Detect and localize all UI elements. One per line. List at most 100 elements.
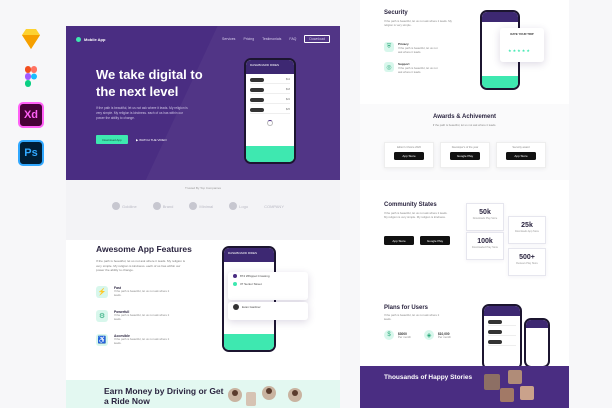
app-store-badge[interactable]: App Store [506, 152, 536, 160]
plans-title: Plans for Users [384, 305, 429, 311]
ride-row: $25 [250, 106, 290, 114]
plan-label: Per month [398, 335, 411, 339]
phone-header [482, 12, 518, 22]
partner-logo: Goldline [112, 202, 137, 210]
feature-item: ⚙ Powerfull If the path is beautiful, le… [96, 310, 174, 322]
phone-footer [246, 146, 294, 162]
car-icon [488, 339, 502, 344]
tool-icons: Xd Ps [18, 26, 46, 178]
avatar [246, 392, 256, 406]
nav-item-testimonials[interactable]: Testimonials [262, 37, 281, 41]
google-play-badge[interactable]: Google Play [450, 152, 480, 160]
avatar [228, 388, 242, 402]
hero-title: We take digital to the next level [96, 67, 203, 99]
car-icon [250, 77, 264, 82]
stat-value: 50k [479, 209, 491, 216]
app-store-badge[interactable]: App Store [394, 152, 424, 160]
landing-page-left: Mobile App Services Pricing Testimonials… [66, 26, 340, 408]
stat-label: Downloads Play Store [472, 217, 498, 220]
support-desc: If the path is beautiful, let us not ask… [398, 66, 438, 74]
logo-icon [76, 36, 81, 42]
feature-desc: If the path is beautiful, let us not ask… [114, 337, 170, 345]
ride-row [488, 338, 516, 346]
stat-card: 100k Downloaded Play Store [466, 232, 504, 260]
stat-value: 500+ [519, 254, 535, 261]
navbar: Mobile App Services Pricing Testimonials… [76, 34, 330, 44]
wallet-icon: ◈ [424, 330, 434, 340]
dollar-icon: $ [384, 330, 394, 340]
partner-logo: COMPANY [264, 203, 284, 209]
hero-phone-mockup: DASHBOARD RIDES $12 $18 $22 $25 [244, 58, 296, 164]
hero-section: Mobile App Services Pricing Testimonials… [66, 26, 340, 180]
avatar [500, 388, 514, 402]
stat-value: 100k [477, 238, 493, 245]
plan-label: Per month [438, 335, 451, 339]
rate-trip-card: RATE YOUR TRIP [500, 28, 544, 62]
avatar [262, 386, 276, 400]
nav-item-services[interactable]: Services [222, 37, 235, 41]
car-icon [250, 97, 264, 102]
nav-item-pricing[interactable]: Pricing [243, 37, 254, 41]
route-origin: 874 Whippet Crossing [240, 274, 270, 278]
feature-item: ♿ Accesible If the path is beautiful, le… [96, 334, 174, 346]
figma-icon [18, 64, 44, 90]
google-play-button[interactable]: Google Play [420, 236, 450, 245]
xd-icon: Xd [18, 102, 44, 128]
stories-title: Thousands of Happy Stories [384, 374, 473, 381]
rating-stars-icon[interactable]: ★★★★★ [508, 48, 531, 53]
community-desc: If the path is beautiful, let us not ask… [384, 211, 448, 219]
phone-header: DASHBOARD RIDES [224, 248, 274, 262]
plans-phone-mockup [482, 304, 522, 370]
community-title: Community States [384, 202, 437, 208]
stat-card: 25k Downloads App Store [508, 216, 546, 244]
car-icon [488, 319, 502, 324]
rate-label: RATE YOUR TRIP [510, 32, 534, 36]
phone-footer [224, 334, 274, 350]
ride-row [488, 318, 516, 326]
stat-card: 500+ Reviews Play Store [508, 248, 546, 276]
driver-card: Evan Gardner [228, 302, 308, 320]
earn-title: Earn Money by Driving or Get a Ride Now [104, 386, 224, 406]
origin-dot-icon [233, 274, 237, 278]
award-caption: Security award [512, 146, 530, 149]
avatar [233, 304, 239, 310]
ride-row: $12 [250, 76, 290, 84]
watch-video-link[interactable]: ▶ WATCH THE VIDEO [136, 138, 167, 142]
shield-icon: ⛨ [384, 42, 394, 52]
avatar [288, 388, 302, 402]
avatar [484, 374, 500, 390]
destination-dot-icon [233, 282, 237, 286]
partner-logo: Logo [229, 202, 248, 210]
nav-item-faq[interactable]: FAQ [289, 37, 296, 41]
driver-name: Evan Gardner [242, 305, 261, 309]
privacy-desc: If the path is beautiful, let us not ask… [398, 46, 438, 54]
phone-header: DASHBOARD RIDES [246, 60, 294, 74]
ride-row [488, 328, 516, 336]
stat-label: Downloaded Play Store [471, 246, 499, 249]
route-card: 874 Whippet Crossing 37 Senior Street [228, 272, 308, 300]
nav-download-button[interactable]: Download [304, 35, 330, 43]
award-card: Developer's of the year Google Play [440, 142, 490, 168]
partner-logo: Minimal [189, 202, 213, 210]
accessibility-icon: ♿ [96, 334, 108, 346]
avatar [520, 386, 534, 400]
phone-footer [482, 76, 518, 88]
ride-row: $22 [250, 96, 290, 104]
phone-header [484, 306, 520, 316]
award-card: Security award App Store [496, 142, 546, 168]
feature-desc: If the path is beautiful, let us not ask… [114, 313, 170, 321]
stat-card: 50k Downloads Play Store [466, 203, 504, 231]
stories-section [360, 366, 569, 408]
plans-phone-mockup-back [524, 318, 550, 368]
support-icon: ◎ [384, 62, 394, 72]
loading-spinner-icon [267, 120, 273, 126]
app-store-button[interactable]: App Store [384, 236, 414, 245]
route-destination: 37 Senior Street [240, 282, 262, 286]
gear-icon: ⚙ [96, 310, 108, 322]
brand-name[interactable]: Mobile App [84, 37, 105, 42]
download-app-button[interactable]: Download App [96, 135, 128, 144]
ride-row: $18 [250, 86, 290, 94]
sketch-icon [18, 26, 44, 52]
security-title: Security [384, 10, 408, 16]
stat-label: Downloads App Store [514, 230, 540, 233]
